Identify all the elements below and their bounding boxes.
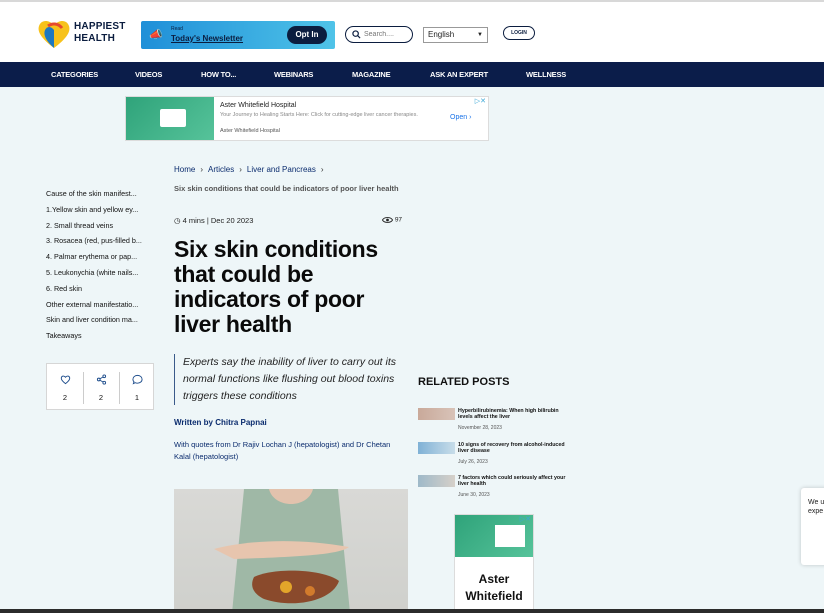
related-post[interactable]: Hyperbilirubinemia: When high bilirubin … <box>418 408 568 436</box>
table-of-contents: Cause of the skin manifest... 1.Yellow s… <box>46 188 152 346</box>
like-count: 2 <box>62 393 68 402</box>
ad-sub: Aster Whitefield Hospital <box>220 128 280 134</box>
nav-how-to[interactable]: HOW TO... <box>201 62 236 87</box>
related-post[interactable]: 10 signs of recovery from alcohol-induce… <box>418 442 568 470</box>
article-meta: ◷ 4 mins | Dec 20 2023 <box>174 216 254 225</box>
clock-icon: ◷ <box>174 216 181 225</box>
ad-description: Your Journey to Healing Starts Here: Cli… <box>220 112 418 118</box>
related-post-thumbnail <box>418 408 455 420</box>
ad-open-button[interactable]: Open › <box>450 114 471 121</box>
breadcrumb-articles[interactable]: Articles <box>208 165 234 174</box>
view-count-value: 97 <box>394 216 403 224</box>
related-post-title[interactable]: 10 signs of recovery from alcohol-induce… <box>458 442 570 455</box>
dropdown-caret-icon: ▼ <box>477 32 483 38</box>
chevron-right-icon: › <box>239 165 242 174</box>
toc-item[interactable]: Other external manifestatio... <box>46 299 152 315</box>
related-post-date: July 26, 2023 <box>458 459 488 465</box>
main-nav: CATEGORIES VIDEOS HOW TO... WEBINARS MAG… <box>0 62 824 87</box>
login-button[interactable]: LOGIN <box>503 26 535 40</box>
nav-ask-an-expert[interactable]: ASK AN EXPERT <box>430 62 488 87</box>
article-summary: Experts say the inability of liver to ca… <box>174 354 410 405</box>
language-value: English <box>428 30 455 39</box>
newsletter-banner[interactable]: 📣 Read Today's Newsletter Opt In <box>141 21 335 49</box>
megaphone-icon: 📣 <box>149 29 163 41</box>
share-box: 2 2 1 <box>46 363 154 410</box>
newsletter-small-label: Read <box>171 26 183 32</box>
author-link[interactable]: Written by Chitra Papnai <box>174 418 267 427</box>
related-post-date: November 28, 2023 <box>458 425 502 431</box>
side-ad[interactable]: ▷✕ Aster Whitefield <box>454 514 534 613</box>
logo-line-2: HEALTH <box>74 33 116 44</box>
toc-item[interactable]: 2. Small thread veins <box>46 220 152 236</box>
related-post-title[interactable]: Hyperbilirubinemia: When high bilirubin … <box>458 408 570 421</box>
chevron-right-icon: › <box>320 165 324 174</box>
related-post-title[interactable]: 7 factors which could seriously affect y… <box>458 475 570 488</box>
toc-item[interactable]: Takeaways <box>46 330 152 346</box>
nav-videos[interactable]: VIDEOS <box>135 62 162 87</box>
nav-wellness[interactable]: WELLNESS <box>526 62 566 87</box>
chevron-right-icon: › <box>200 165 204 174</box>
read-time: 4 mins <box>182 216 205 225</box>
liver-illustration <box>214 489 350 613</box>
related-post[interactable]: 7 factors which could seriously affect y… <box>418 475 568 503</box>
bottom-edge <box>0 609 824 613</box>
publish-date: Dec 20 2023 <box>210 216 254 225</box>
comment-icon <box>132 374 143 385</box>
toc-item[interactable]: 6. Red skin <box>46 283 152 299</box>
breadcrumb-category[interactable]: Liver and Pancreas <box>247 165 316 174</box>
toc-item[interactable]: 3. Rosacea (red, pus-filled b... <box>46 235 152 251</box>
heart-logo-icon <box>38 20 70 48</box>
ad-image <box>126 97 214 140</box>
search-icon <box>352 30 361 39</box>
related-post-thumbnail <box>418 442 455 454</box>
view-count: 97 <box>381 216 403 224</box>
related-post-thumbnail <box>418 475 455 487</box>
related-post-date: June 30, 2023 <box>458 492 490 498</box>
heart-icon <box>60 375 71 385</box>
nav-categories[interactable]: CATEGORIES <box>51 62 98 87</box>
toc-item[interactable]: Cause of the skin manifest... <box>46 188 152 204</box>
toc-item[interactable]: 1.Yellow skin and yellow ey... <box>46 204 152 220</box>
ad-close-icon[interactable]: ▷✕ <box>520 515 531 523</box>
nav-webinars[interactable]: WEBINARS <box>274 62 313 87</box>
eye-icon <box>381 217 394 223</box>
language-select[interactable]: English ▼ <box>423 27 488 43</box>
breadcrumb: Home › Articles › Liver and Pancreas › <box>174 165 329 174</box>
toc-item[interactable]: Skin and liver condition ma... <box>46 314 152 330</box>
nav-magazine[interactable]: MAGAZINE <box>352 62 391 87</box>
comment-count: 1 <box>134 393 140 402</box>
related-posts-title: RELATED POSTS <box>418 376 510 388</box>
hero-image <box>174 489 408 613</box>
ad-title: Aster Whitefield Hospital <box>220 102 297 109</box>
share-icon <box>96 374 107 385</box>
site-header: HAPPIEST HEALTH 📣 Read Today's Newslette… <box>0 0 824 62</box>
site-logo[interactable]: HAPPIEST HEALTH <box>36 17 136 51</box>
page-title: Six skin conditions that could be indica… <box>174 236 378 337</box>
quotes-credit[interactable]: With quotes from Dr Rajiv Lochan J (hepa… <box>174 439 408 463</box>
opt-in-button[interactable]: Opt In <box>287 26 327 44</box>
search-box[interactable] <box>345 26 413 43</box>
cookie-popup: We u expe <box>801 488 824 565</box>
toc-item[interactable]: 5. Leukonychia (white nails... <box>46 267 152 283</box>
toc-item[interactable]: 4. Palmar erythema or pap... <box>46 251 152 267</box>
side-ad-text: Aster Whitefield <box>465 572 523 603</box>
breadcrumb-current: Six skin conditions that could be indica… <box>174 184 399 193</box>
newsletter-title[interactable]: Today's Newsletter <box>171 34 243 43</box>
comment-button[interactable]: 1 <box>119 364 155 411</box>
ad-banner[interactable]: Aster Whitefield Hospital Your Journey t… <box>125 96 489 141</box>
like-button[interactable]: 2 <box>47 364 83 411</box>
share-count: 2 <box>98 393 104 402</box>
search-input[interactable] <box>364 29 410 40</box>
ad-close-icon[interactable]: ▷✕ <box>475 97 486 105</box>
logo-line-1: HAPPIEST <box>74 21 126 32</box>
share-button[interactable]: 2 <box>83 364 119 411</box>
breadcrumb-home[interactable]: Home <box>174 165 195 174</box>
